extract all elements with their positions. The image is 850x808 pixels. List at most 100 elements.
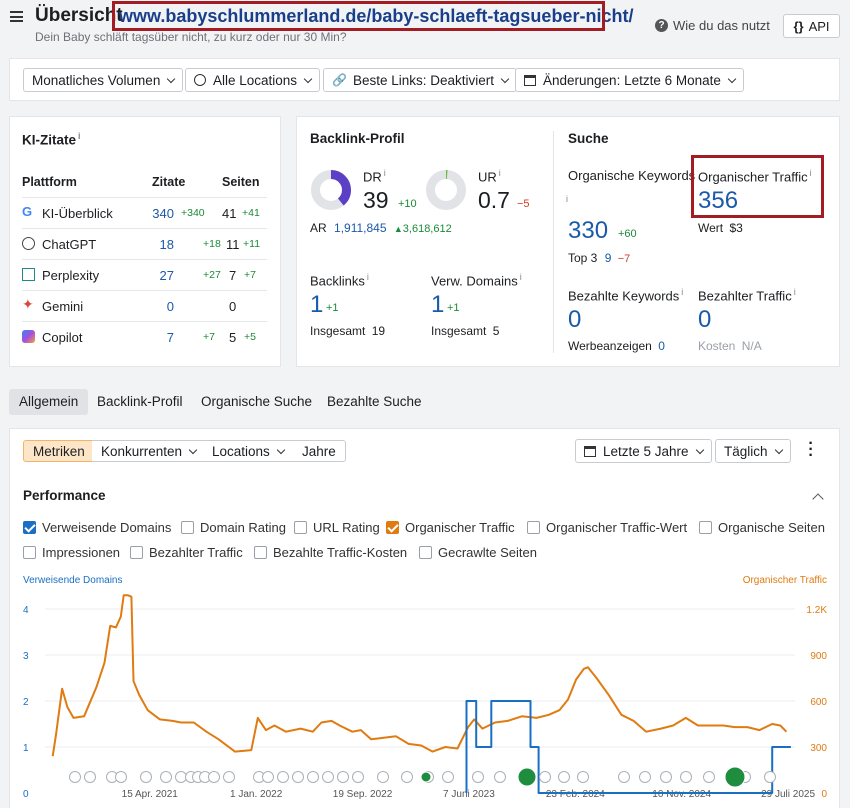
dr-label: DR i bbox=[363, 168, 386, 185]
granularity-dropdown[interactable]: Täglich bbox=[715, 439, 791, 463]
volume-dropdown[interactable]: Monatliches Volumen bbox=[23, 68, 184, 92]
dr-value: 39 bbox=[363, 187, 389, 213]
locations-dropdown[interactable]: Alle Locations bbox=[185, 68, 321, 92]
calendar-icon bbox=[584, 445, 596, 457]
ar-value[interactable]: 1,911,845 bbox=[334, 221, 387, 235]
dr-delta: +10 bbox=[398, 198, 417, 210]
api-button[interactable]: {} API bbox=[783, 14, 840, 38]
annotation-cluster bbox=[517, 767, 537, 787]
org-keywords-value[interactable]: 330 bbox=[568, 217, 608, 245]
annotation-marker bbox=[307, 771, 319, 783]
chevron-down-icon bbox=[188, 445, 198, 454]
chatgpt-icon bbox=[22, 237, 35, 250]
paid-traffic-label: Bezahlter Traffic i bbox=[698, 287, 796, 304]
org-keywords-delta: +60 bbox=[618, 228, 637, 240]
chevron-down-icon bbox=[500, 74, 510, 83]
highlight-url bbox=[112, 1, 605, 31]
annotation-marker bbox=[160, 771, 172, 783]
backlinks-value[interactable]: 1 bbox=[310, 291, 323, 319]
copilot-icon bbox=[22, 330, 35, 343]
wert-row: Wert $3 bbox=[698, 221, 743, 235]
x-tick-label: 1 Jan. 2022 bbox=[230, 789, 283, 800]
paid-keywords-value[interactable]: 0 bbox=[568, 306, 581, 334]
tab-allgemein[interactable]: Allgemein bbox=[9, 389, 89, 415]
calendar-icon bbox=[524, 74, 536, 86]
ki-zitate-title: KI-Zitate i bbox=[22, 131, 81, 148]
checkbox-impressionen[interactable]: Impressionen bbox=[23, 545, 120, 560]
domains-label: Verw. Domains i bbox=[431, 272, 522, 289]
right-tick-label: 300 bbox=[810, 743, 827, 754]
ur-value: 0.7 bbox=[478, 187, 510, 213]
right-tick-label: 0 bbox=[821, 789, 827, 800]
annotation-marker bbox=[84, 771, 96, 783]
paid-traffic-value[interactable]: 0 bbox=[698, 306, 711, 334]
annotation-marker bbox=[175, 771, 187, 783]
backlinks-label: Backlinks i bbox=[310, 272, 369, 289]
segment-konkurrenten[interactable]: Konkurrenten bbox=[92, 440, 207, 462]
checkbox-verweisende-domains[interactable]: Verweisende Domains bbox=[23, 520, 171, 535]
tab-backlink-profil[interactable]: Backlink-Profil bbox=[87, 389, 193, 415]
ur-donut bbox=[426, 170, 466, 210]
annotation-marker bbox=[472, 771, 484, 783]
chevron-down-icon bbox=[167, 74, 176, 83]
more-options-icon[interactable]: · · · bbox=[806, 436, 816, 464]
annotation-marker bbox=[539, 771, 551, 783]
segment-locations[interactable]: Locations bbox=[203, 440, 294, 462]
tab-bezahlte-suche[interactable]: Bezahlte Suche bbox=[317, 389, 432, 415]
checkbox-organischer-traffic[interactable]: Organischer Traffic bbox=[386, 520, 515, 535]
help-link[interactable]: ? Wie du das nutzt bbox=[655, 18, 770, 33]
ar-row: AR 1,911,845 ▲3,618,612 bbox=[310, 221, 452, 235]
annotation-marker bbox=[764, 771, 776, 783]
annotation-marker bbox=[377, 771, 389, 783]
domains-total: Insgesamt 5 bbox=[431, 324, 500, 338]
chevron-down-icon bbox=[774, 445, 783, 454]
ads-row: Werbeanzeigen 0 bbox=[568, 339, 665, 353]
checkbox-organische-seiten[interactable]: Organische Seiten bbox=[699, 520, 825, 535]
table-row[interactable]: Perplexity 27 +27 7 +7 bbox=[22, 259, 267, 290]
annotation-marker bbox=[277, 771, 289, 783]
x-tick-label: 29 Juli 2025 bbox=[761, 789, 815, 800]
x-tick-label: 7 Juni 2023 bbox=[443, 789, 495, 800]
tab-organische-suche[interactable]: Organische Suche bbox=[191, 389, 322, 415]
changes-dropdown[interactable]: Änderungen: Letzte 6 Monate bbox=[515, 68, 744, 92]
checkbox-gecrawlte-seiten[interactable]: Gecrawlte Seiten bbox=[419, 545, 537, 560]
table-row[interactable]: Copilot 7 +7 5 +5 bbox=[22, 321, 267, 352]
best-links-dropdown[interactable]: 🔗 Beste Links: Deaktiviert bbox=[323, 68, 518, 92]
period-dropdown[interactable]: Letzte 5 Jahre bbox=[575, 439, 712, 463]
col-zitate: Zitate bbox=[152, 175, 186, 189]
table-row[interactable]: G KI-Überblick 340 +340 41 +41 bbox=[22, 197, 267, 228]
checkbox-url-rating[interactable]: URL Rating bbox=[294, 520, 380, 535]
card-divider bbox=[553, 131, 554, 353]
x-tick-label: 19 Sep. 2022 bbox=[333, 789, 393, 800]
arrow-up-icon: ▲ bbox=[393, 224, 403, 234]
org-keywords-info: i bbox=[566, 194, 568, 204]
performance-chart[interactable]: 0 1 2 3 4 0 300 600 900 1.2K 15 Apr. 2021 1 Jan. 20… bbox=[0, 590, 850, 808]
org-keywords-label: Organische Keywords bbox=[568, 168, 696, 183]
left-tick-label: 1 bbox=[23, 743, 29, 754]
zitate-value[interactable]: 340 bbox=[152, 206, 174, 221]
annotation-marker bbox=[352, 771, 364, 783]
annotation-marker bbox=[660, 771, 672, 783]
checkbox-bezahlte-traffic-kosten[interactable]: Bezahlte Traffic-Kosten bbox=[254, 545, 407, 560]
annotation-marker bbox=[223, 771, 235, 783]
performance-title: Performance bbox=[23, 488, 106, 503]
checkbox-organischer-traffic-wert[interactable]: Organischer Traffic-Wert bbox=[527, 520, 687, 535]
left-tick-label: 4 bbox=[23, 605, 29, 616]
x-tick-label: 15 Apr. 2021 bbox=[122, 789, 179, 800]
domains-value[interactable]: 1 bbox=[431, 291, 444, 319]
annotation-marker bbox=[558, 771, 570, 783]
annotation-marker bbox=[262, 771, 274, 783]
segment-metriken[interactable]: Metriken bbox=[23, 440, 95, 462]
table-row[interactable]: ChatGPT 18 +18 11 +11 bbox=[22, 228, 267, 259]
left-tick-label: 0 bbox=[23, 789, 29, 800]
segment-jahre[interactable]: Jahre bbox=[293, 440, 346, 462]
ur-label: UR i bbox=[478, 168, 501, 185]
page-title: Übersicht bbox=[35, 5, 123, 26]
menu-icon[interactable] bbox=[10, 11, 23, 22]
annotation-marker bbox=[322, 771, 334, 783]
gemini-icon: ✦ bbox=[22, 296, 34, 312]
checkbox-bezahlter-traffic[interactable]: Bezahlter Traffic bbox=[130, 545, 243, 560]
x-tick-label: 23 Feb. 2024 bbox=[546, 789, 605, 800]
checkbox-domain-rating[interactable]: Domain Rating bbox=[181, 520, 286, 535]
table-row[interactable]: ✦ Gemini 0 0 bbox=[22, 290, 267, 321]
